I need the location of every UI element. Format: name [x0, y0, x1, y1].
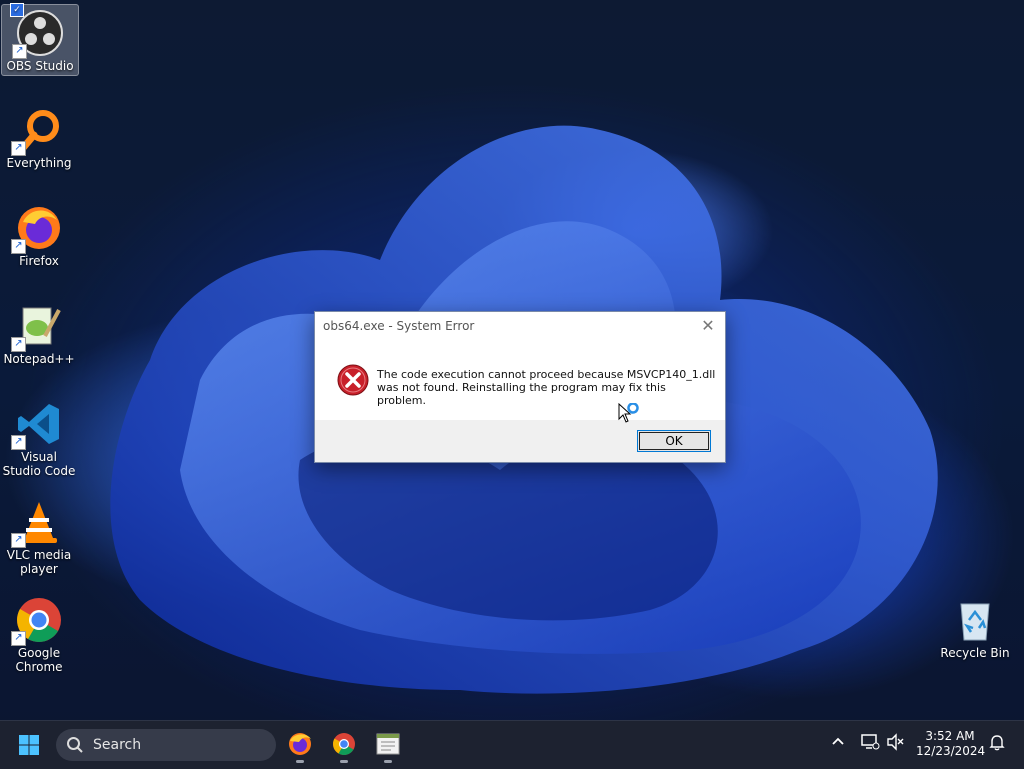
shortcut-arrow-icon: ↗: [11, 337, 26, 352]
dialog-button-bar: OK: [315, 420, 725, 462]
taskbar: Search 3:52 AM 12/23/2024: [0, 720, 1024, 769]
vscode-icon: ↗: [11, 400, 63, 450]
close-icon[interactable]: ✕: [697, 316, 719, 336]
desktop-icon-label: Firefox: [19, 254, 59, 268]
shortcut-arrow-icon: ↗: [11, 141, 26, 156]
desktop-icon-label: Recycle Bin: [940, 646, 1010, 660]
desktop-icon-label: Google Chrome: [15, 646, 63, 674]
desktop-icon-firefox[interactable]: ↗ Firefox: [1, 200, 77, 270]
network-icon[interactable]: [860, 733, 880, 755]
notification-bell-icon[interactable]: [988, 733, 1006, 755]
start-button[interactable]: [14, 730, 44, 760]
firefox-icon: ↗: [11, 204, 63, 254]
show-hidden-icons-chevron-up-icon[interactable]: [830, 733, 846, 753]
running-indicator: [296, 760, 304, 763]
system-error-dialog: obs64.exe - System Error ✕ The code exec…: [314, 311, 726, 463]
running-indicator: [384, 760, 392, 763]
ok-button[interactable]: OK: [637, 430, 711, 452]
clock[interactable]: 3:52 AM 12/23/2024: [916, 729, 986, 759]
obs-icon: ↗ ✓: [10, 3, 64, 59]
search-label: Search: [93, 737, 142, 753]
dialog-title: obs64.exe - System Error: [323, 319, 475, 333]
desktop-icon-chrome[interactable]: ↗ Google Chrome: [1, 592, 77, 676]
busy-cursor-icon: [618, 403, 639, 423]
shortcut-arrow-icon: ↗: [12, 44, 27, 59]
desktop-icon-vscode[interactable]: ↗ Visual Studio Code: [1, 396, 77, 480]
desktop-icon-label: Notepad++: [3, 352, 75, 366]
desktop-icon-everything[interactable]: ↗ Everything: [1, 102, 77, 172]
volume-muted-icon[interactable]: [886, 733, 906, 755]
vlc-icon: ↗: [11, 498, 63, 548]
desktop-icon-notepadpp[interactable]: ↗ Notepad++: [1, 298, 77, 368]
desktop-icon-label: VLC media player: [6, 548, 72, 576]
taskbar-app-notepad[interactable]: [371, 729, 405, 763]
shortcut-arrow-icon: ↗: [11, 435, 26, 450]
search-input[interactable]: Search: [56, 729, 276, 761]
recycle-bin-icon: [951, 596, 999, 644]
shortcut-arrow-icon: ↗: [11, 533, 26, 548]
desktop-icon-label: Everything: [6, 156, 72, 170]
notepadpp-icon: ↗: [11, 302, 63, 352]
everything-icon: ↗: [11, 106, 63, 156]
shortcut-arrow-icon: ↗: [11, 631, 26, 646]
chrome-icon: [333, 733, 355, 755]
chrome-icon: ↗: [11, 596, 63, 646]
firefox-icon: [289, 733, 311, 755]
desktop-icon-label: OBS Studio: [6, 59, 74, 73]
desktop-icon-recycle-bin[interactable]: Recycle Bin: [937, 592, 1013, 662]
search-icon: [67, 737, 83, 753]
desktop-icon-vlc[interactable]: ↗ VLC media player: [1, 494, 77, 578]
desktop-icon-obs-studio[interactable]: ↗ ✓ OBS Studio: [1, 3, 79, 76]
desktop-icon-label: Visual Studio Code: [2, 450, 76, 478]
clock-date: 12/23/2024: [916, 744, 986, 758]
running-indicator: [340, 760, 348, 763]
taskbar-app-firefox[interactable]: [283, 729, 317, 763]
checkbox-icon[interactable]: ✓: [10, 3, 24, 17]
clock-time: 3:52 AM: [925, 729, 975, 743]
notepad-icon: [376, 733, 400, 755]
windows-logo-icon: [19, 735, 39, 755]
error-icon: [337, 364, 369, 396]
shortcut-arrow-icon: ↗: [11, 239, 26, 254]
dialog-message: The code execution cannot proceed becaus…: [377, 368, 716, 407]
taskbar-app-chrome[interactable]: [327, 729, 361, 763]
